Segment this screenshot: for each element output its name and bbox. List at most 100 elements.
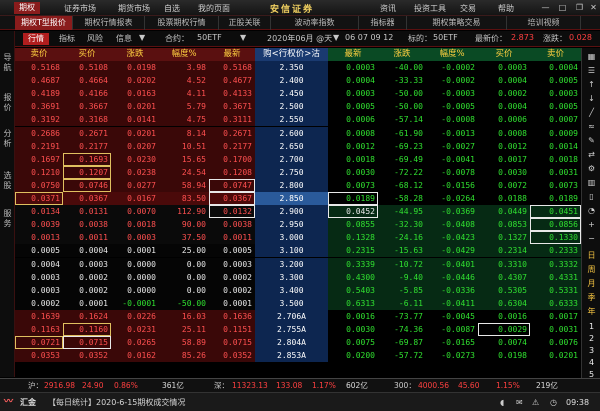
info-dropdown-icon[interactable]: ▼ [139,33,145,42]
call-pct[interactable]: 15.65 [159,152,209,166]
call-change[interactable]: 0.0000 [111,270,159,284]
call-bid[interactable]: 0.1624 [63,309,111,323]
call-pct[interactable]: 112.90 [159,205,209,219]
info-button[interactable]: 信息 [116,33,132,44]
call-pct[interactable]: 0.00 [159,270,209,284]
call-last[interactable]: 0.4133 [209,87,255,101]
restore-icon[interactable]: ❐ [574,3,585,12]
put-ask[interactable]: 0.5331 [530,283,581,297]
call-bid[interactable]: 0.0715 [63,336,111,350]
put-pct[interactable]: -0.0003 [426,87,478,101]
table-row[interactable]: 0.0003 0.0002 0.0000 0.00 0.0002 3.300 0.4300-… [15,270,581,284]
put-change[interactable]: -24.16 [378,231,426,245]
contract-dropdown-icon[interactable]: ▼ [240,33,246,42]
put-last[interactable]: 0.3339 [328,257,378,271]
put-bid[interactable]: 0.1327 [478,231,530,245]
call-bid[interactable]: 0.1693 [63,152,111,166]
call-pct[interactable]: 4.75 [159,113,209,127]
call-last[interactable]: 0.3671 [209,100,255,114]
table-row[interactable]: 0.4687 0.4664 0.0202 4.52 0.4677 2.400 0.0004-… [15,74,581,88]
put-bid[interactable]: 0.0074 [478,336,530,350]
strike-price[interactable]: 2.755A [255,323,328,336]
put-ask[interactable]: 0.0003 [530,87,581,101]
put-ask[interactable]: 0.4331 [530,270,581,284]
minimize-icon[interactable]: — [540,3,551,12]
call-ask[interactable]: 0.0039 [15,218,63,232]
strike-price[interactable]: 2.750 [255,165,328,179]
put-last[interactable]: 0.0003 [328,61,378,74]
call-pct[interactable]: 25.00 [159,244,209,258]
put-pct[interactable]: -0.0411 [426,296,478,310]
call-pct[interactable]: 58.94 [159,178,209,192]
put-ask[interactable]: 0.0005 [530,74,581,88]
strike-price[interactable]: 2.400 [255,74,328,88]
call-change[interactable]: 0.0000 [111,283,159,297]
sidebar-quote[interactable]: 报价 [2,93,13,113]
put-bid[interactable]: 0.0012 [478,139,530,153]
header-put-bid[interactable]: 买价 [478,48,530,61]
call-change[interactable]: 0.0167 [111,192,159,205]
put-ask[interactable]: 0.0189 [530,192,581,205]
call-last[interactable]: 0.0002 [209,283,255,297]
tab-indicator[interactable]: 指标器 [359,16,407,30]
call-pct[interactable]: 3.98 [159,61,209,74]
minus-icon[interactable]: − [586,234,597,244]
call-change[interactable]: 0.0230 [111,152,159,166]
put-change[interactable]: -15.63 [378,244,426,258]
cycle-quarter[interactable]: 季 [586,292,597,303]
put-bid[interactable]: 0.0853 [478,218,530,232]
header-put-ask[interactable]: 卖价 [530,48,581,61]
put-last[interactable]: 0.0012 [328,139,378,153]
put-pct[interactable]: -0.0013 [426,126,478,140]
call-change[interactable]: 0.0018 [111,218,159,232]
table-row[interactable]: 0.1210 0.1207 0.0238 24.54 0.1208 2.750 0.0030… [15,165,581,179]
put-ask[interactable]: 0.0856 [530,218,581,232]
list-icon[interactable]: ☰ [586,66,597,76]
put-change[interactable]: -50.00 [378,87,426,101]
cycle-month[interactable]: 月 [586,278,597,289]
candle-icon[interactable]: ▯ [586,192,597,202]
call-pct[interactable]: 4.11 [159,87,209,101]
call-last[interactable]: 0.4677 [209,74,255,88]
call-pct[interactable]: 58.89 [159,336,209,350]
call-ask[interactable]: 0.1163 [15,323,63,336]
put-last[interactable]: 0.6313 [328,296,378,310]
put-last[interactable]: 0.0008 [328,126,378,140]
call-change[interactable]: 0.0226 [111,309,159,323]
cycle-week[interactable]: 周 [586,264,597,275]
table-row[interactable]: 0.0750 0.0746 0.0277 58.94 0.0747 2.800 0.0073… [15,178,581,192]
strike-price[interactable]: 2.650 [255,139,328,153]
put-bid[interactable]: 0.0004 [478,100,530,114]
tab-options-report[interactable]: 期权行情报表 [73,16,145,30]
call-pct[interactable]: 25.11 [159,323,209,336]
call-pct[interactable]: 0.00 [159,283,209,297]
call-last[interactable]: 0.0352 [209,349,255,363]
put-pct[interactable]: -0.0423 [426,231,478,245]
put-bid[interactable]: 0.0029 [478,323,530,336]
put-last[interactable]: 0.0006 [328,113,378,127]
menu-securities-market[interactable]: 证券市场 [64,3,96,14]
put-last[interactable]: 0.4300 [328,270,378,284]
strike-price[interactable]: 3.000 [255,231,328,245]
put-ask[interactable]: 0.0031 [530,165,581,179]
call-pct[interactable]: 4.52 [159,74,209,88]
put-pct[interactable]: -0.0002 [426,61,478,74]
strike-price[interactable]: 2.450 [255,87,328,101]
call-change[interactable]: 0.0201 [111,100,159,114]
strike-price[interactable]: 2.550 [255,113,328,127]
put-pct[interactable]: -0.0264 [426,192,478,205]
call-bid[interactable]: 0.2671 [63,126,111,140]
table-row[interactable]: 0.0039 0.0038 0.0018 90.00 0.0038 2.950 0.0855… [15,218,581,232]
menu-help[interactable]: 帮助 [498,3,514,14]
call-last[interactable]: 0.1208 [209,165,255,179]
call-last[interactable]: 0.2671 [209,126,255,140]
call-pct[interactable]: -50.00 [159,296,209,310]
call-bid[interactable]: 0.0004 [63,244,111,258]
put-change[interactable]: -40.00 [378,61,426,74]
put-ask[interactable]: 0.6333 [530,296,581,310]
put-pct[interactable]: -0.0041 [426,152,478,166]
strike-price[interactable]: 3.300 [255,270,328,284]
header-call-ask[interactable]: 卖价 [15,48,63,61]
put-change[interactable]: -50.00 [378,100,426,114]
call-bid[interactable]: 0.1160 [63,323,111,336]
